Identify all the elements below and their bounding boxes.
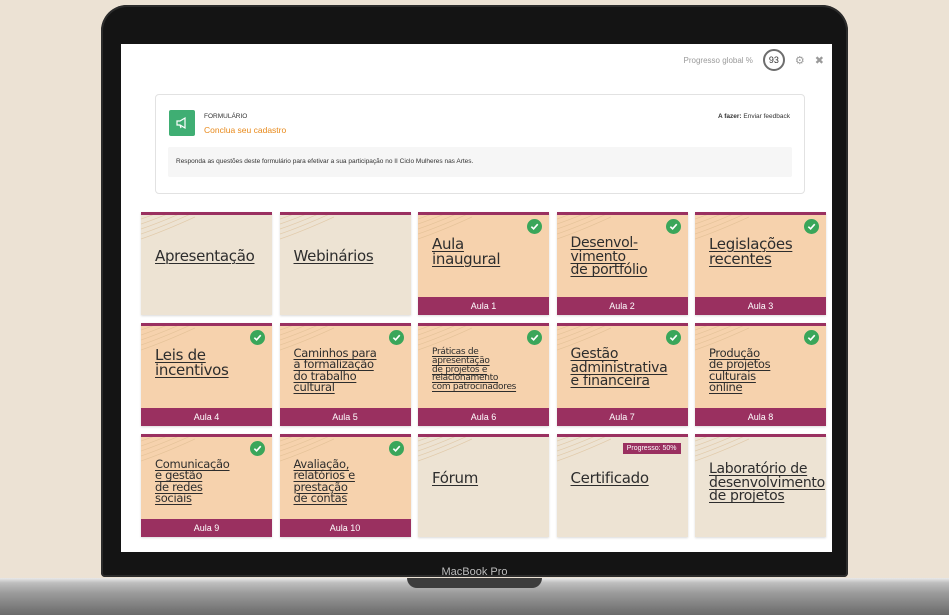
megaphone-icon xyxy=(169,110,195,136)
checkmark-icon xyxy=(665,330,681,345)
course-tile[interactable]: Laboratório de desenvolvimento de projet… xyxy=(695,434,826,537)
progress-badge: Progresso: 50% xyxy=(622,443,681,454)
lesson-label: Aula 3 xyxy=(695,297,826,315)
lesson-label: Aula 2 xyxy=(556,297,688,315)
course-tile-grid: Apresentação Webinários Aula inaugural Aula… xyxy=(141,212,826,537)
tile-title: Avaliação, relatórios e prestação de con… xyxy=(293,457,356,505)
course-tile[interactable]: Apresentação xyxy=(141,212,272,315)
course-tile[interactable]: Produção de projetos culturais online Aul… xyxy=(695,323,826,426)
decorative-lines-icon xyxy=(141,215,195,240)
lesson-label: Aula 9 xyxy=(141,519,272,537)
form-todo: A fazer: Enviar feedback xyxy=(718,113,790,120)
course-tile[interactable]: Desenvol- vimento de portfólio Aula 2 xyxy=(556,212,688,315)
tile-title: Práticas de apresentação de projetos e r… xyxy=(432,347,517,393)
course-tile[interactable]: Gestão administrativa e financeira Aula 7 xyxy=(556,323,688,426)
todo-label: A fazer: xyxy=(717,113,742,120)
global-progress-ring: 93 xyxy=(762,49,785,71)
checkmark-icon xyxy=(250,441,265,456)
course-tile[interactable]: Legislações recentes Aula 3 xyxy=(695,212,826,315)
checkmark-icon xyxy=(804,219,819,234)
form-type-label: FORMULÁRIO xyxy=(204,113,248,120)
course-tile[interactable]: Práticas de apresentação de projetos e r… xyxy=(418,323,549,426)
decorative-lines-icon xyxy=(418,437,472,462)
lesson-label: Aula 7 xyxy=(556,408,688,426)
course-tile[interactable]: Leis de incentivos Aula 4 xyxy=(141,323,272,426)
checkmark-icon xyxy=(388,441,404,456)
tile-title: Laboratório de desenvolvimento de projet… xyxy=(709,461,825,505)
laptop-notch xyxy=(407,578,542,588)
top-bar: Progresso global % 93 ⚙ ✖ xyxy=(684,49,824,71)
course-tile[interactable]: Avaliação, relatórios e prestação de con… xyxy=(279,434,411,537)
course-tile[interactable]: Webinários xyxy=(279,212,411,315)
tile-title: Aula inaugural xyxy=(432,235,501,268)
global-progress-label: Progresso global % xyxy=(683,55,753,65)
tile-title: Fórum xyxy=(432,469,479,487)
checkmark-icon xyxy=(388,330,404,345)
tile-title: Webinários xyxy=(293,247,374,265)
tile-title: Produção de projetos culturais online xyxy=(709,346,771,394)
tile-title: Apresentação xyxy=(155,247,255,265)
todo-value: Enviar feedback xyxy=(743,113,790,120)
tile-title: Leis de incentivos xyxy=(155,346,229,379)
form-description: Responda as questões deste formulário pa… xyxy=(168,147,792,177)
tile-title: Caminhos para a formalização do trabalho… xyxy=(293,346,377,394)
course-tile[interactable]: Aula inaugural Aula 1 xyxy=(418,212,549,315)
device-brand-label: MacBook Pro xyxy=(441,566,508,578)
lesson-label: Aula 8 xyxy=(695,408,826,426)
lesson-label: Aula 1 xyxy=(418,297,549,315)
checkmark-icon xyxy=(527,219,542,234)
tile-title: Legislações recentes xyxy=(709,235,793,268)
checkmark-icon xyxy=(250,330,265,345)
decorative-lines-icon xyxy=(279,215,334,240)
course-tile[interactable]: Certificado Progresso: 50% xyxy=(556,434,688,537)
course-tile[interactable]: Fórum xyxy=(418,434,549,537)
tile-title: Comunicação e gestão de redes sociais xyxy=(155,457,230,505)
lesson-label: Aula 4 xyxy=(141,408,272,426)
screen: Progresso global % 93 ⚙ ✖ FORMULÁRIO Con… xyxy=(121,44,832,552)
tile-title: Certificado xyxy=(570,469,650,487)
close-icon[interactable]: ✖ xyxy=(815,54,824,67)
course-tile[interactable]: Caminhos para a formalização do trabalho… xyxy=(279,323,411,426)
course-tile[interactable]: Comunicação e gestão de redes sociais Aul… xyxy=(141,434,272,537)
tile-title: Desenvol- vimento de portfólio xyxy=(570,235,648,279)
lesson-label: Aula 10 xyxy=(279,519,411,537)
lesson-label: Aula 5 xyxy=(279,408,411,426)
decorative-lines-icon xyxy=(556,437,611,462)
checkmark-icon xyxy=(665,219,681,234)
lesson-label: Aula 6 xyxy=(418,408,549,426)
checkmark-icon xyxy=(527,330,542,345)
form-card: FORMULÁRIO Conclua seu cadastro A fazer:… xyxy=(155,94,805,194)
tile-title: Gestão administrativa e financeira xyxy=(570,346,668,390)
form-title-link[interactable]: Conclua seu cadastro xyxy=(204,125,286,135)
checkmark-icon xyxy=(804,330,819,345)
gear-icon[interactable]: ⚙ xyxy=(795,54,805,67)
